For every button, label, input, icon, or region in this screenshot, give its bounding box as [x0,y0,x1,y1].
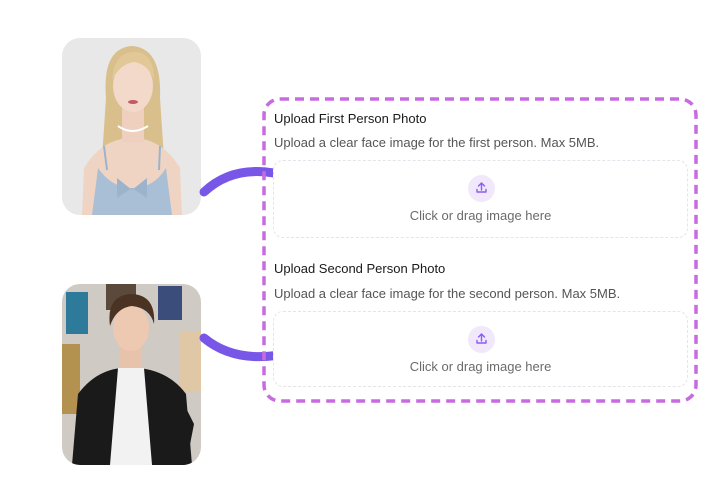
dropzone-label: Click or drag image here [409,359,552,374]
second-person-photo [62,284,201,465]
first-person-photo [62,38,201,215]
second-upload-title: Upload Second Person Photo [274,261,446,276]
upload-icon [467,326,495,353]
upload-icon [467,175,495,202]
upload-panel: Upload First Person Photo Upload a clear… [262,97,698,403]
second-upload-description: Upload a clear face image for the second… [274,286,621,301]
first-upload-title: Upload First Person Photo [274,111,427,126]
first-upload-description: Upload a clear face image for the first … [274,135,600,150]
second-photo-dropzone[interactable]: Click or drag image here [273,311,688,387]
first-photo-dropzone[interactable]: Click or drag image here [273,160,688,238]
dropzone-label: Click or drag image here [409,208,552,223]
